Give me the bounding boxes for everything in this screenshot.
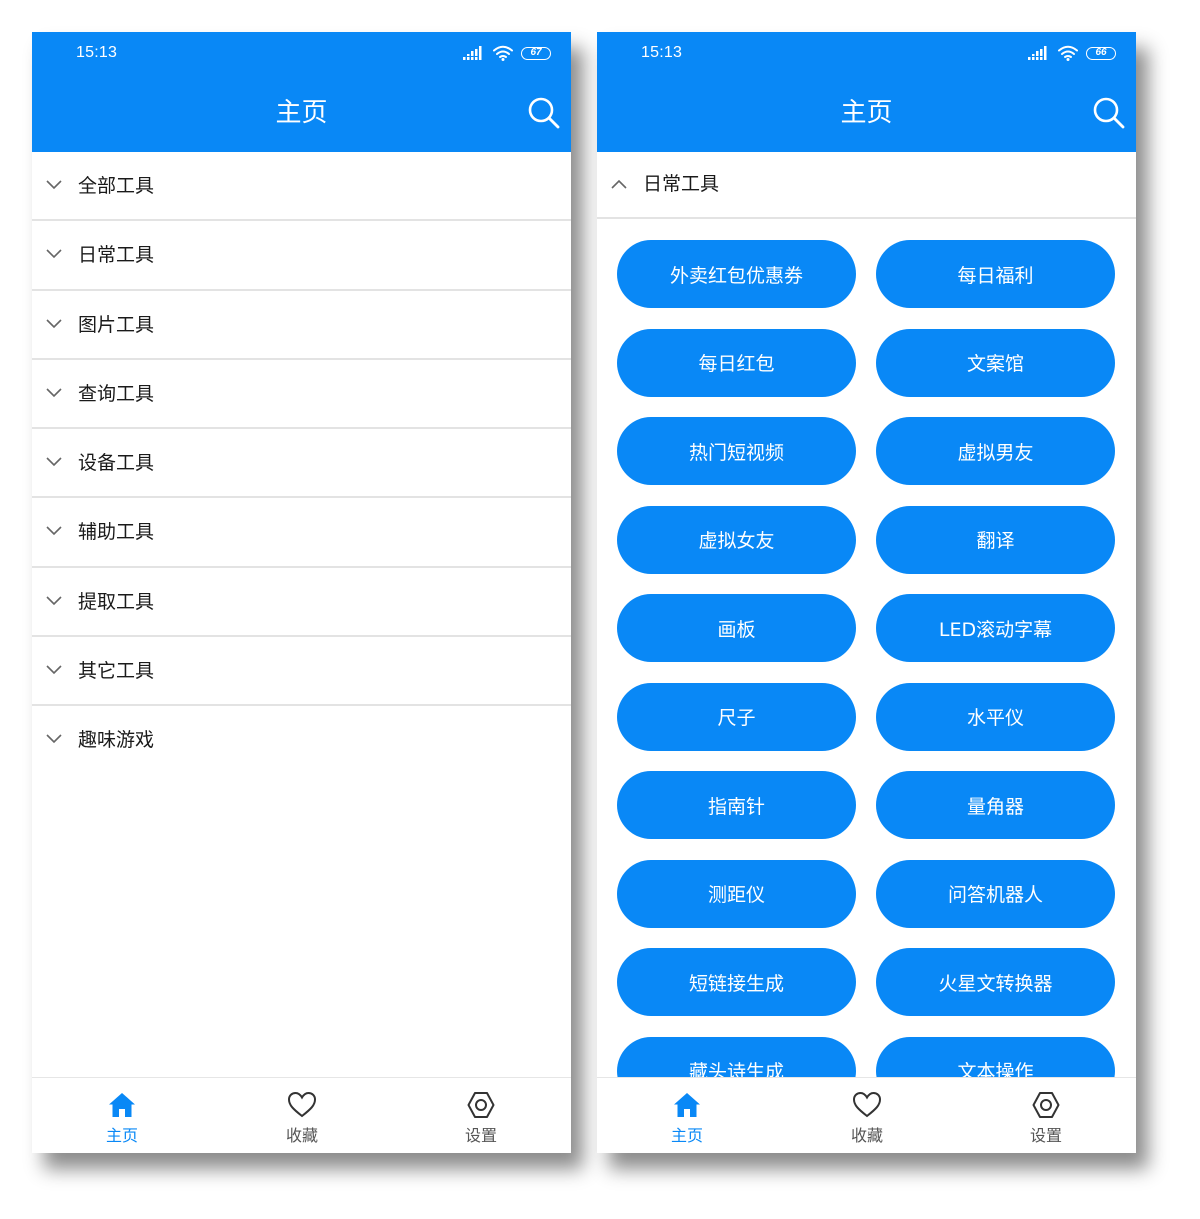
tool-button[interactable]: 每日红包 [617,328,856,397]
category-list: 全部工具 日常工具 图片工具 查询工具 设备工具 辅助工具 提取工具 其它工具 [32,152,571,776]
category-item-query[interactable]: 查询工具 [32,360,571,430]
category-label: 全部工具 [78,175,155,197]
category-label: 图片工具 [78,313,155,336]
settings-icon [1032,1092,1060,1118]
bottom-nav: 主页 收藏 设置 [32,1077,571,1153]
home-icon [109,1093,135,1117]
chevron-up-icon [611,179,627,189]
tool-button[interactable]: 每日福利 [876,240,1115,308]
chevron-down-icon [46,388,62,398]
status-time: 15:13 [641,44,683,61]
app-header: 15:13 66 主页 [597,32,1136,152]
category-item-image[interactable]: 图片工具 [32,291,571,360]
search-icon[interactable] [1092,96,1126,130]
nav-item-favorites[interactable]: 收藏 [257,1078,347,1152]
category-item-extract[interactable]: 提取工具 [32,568,571,638]
chevron-down-icon [46,180,62,190]
tool-button[interactable]: 量角器 [876,771,1115,839]
heart-icon [852,1091,882,1118]
chevron-down-icon [46,665,62,675]
signal-icon [1028,46,1047,60]
tools-scroll-area[interactable]: 外卖红包优惠券 每日福利 每日红包 文案馆 热门短视频 虚拟男友 虚拟女友 翻译… [597,219,1136,1077]
tool-button[interactable]: 画板 [617,594,856,662]
status-time: 15:13 [76,44,118,61]
tool-button[interactable]: 指南针 [617,771,856,839]
nav-label: 收藏 [285,1126,318,1145]
nav-label: 设置 [1029,1126,1062,1145]
search-icon[interactable] [527,96,561,130]
wifi-icon [493,45,513,61]
nav-item-home[interactable]: 主页 [77,1078,167,1152]
battery-indicator: 66 [1086,46,1116,60]
category-item-all[interactable]: 全部工具 [32,152,571,222]
category-item-daily-expanded[interactable]: 日常工具 [597,152,1136,219]
category-label: 其它工具 [78,660,155,683]
category-label: 日常工具 [643,173,720,195]
nav-item-settings[interactable]: 设置 [1001,1078,1091,1152]
heart-icon [287,1091,317,1118]
tool-button[interactable]: 翻译 [876,505,1115,574]
tool-button[interactable]: 虚拟女友 [617,505,856,574]
phone-screen-home-expanded: 15:13 66 主页 日常工具 外卖红包优惠券 每日福利 每日红包 文案馆 热… [597,32,1136,1153]
nav-label: 主页 [105,1126,138,1145]
nav-label: 收藏 [850,1126,883,1145]
tools-grid: 外卖红包优惠券 每日福利 每日红包 文案馆 热门短视频 虚拟男友 虚拟女友 翻译… [617,240,1115,1077]
signal-icon [463,46,482,60]
tool-button[interactable]: 文案馆 [876,328,1115,397]
tool-button[interactable]: 文本操作 [876,1036,1115,1077]
nav-item-home[interactable]: 主页 [642,1078,732,1152]
phone-screen-home-collapsed: 15:13 67 主页 全部工具 日常工具 图片工具 查询工具 设备工具 辅助工… [32,32,571,1153]
page-title: 主页 [275,98,328,128]
tool-button[interactable]: 问答机器人 [876,859,1115,928]
tool-button[interactable]: 尺子 [617,682,856,751]
app-header: 15:13 67 主页 [32,32,571,152]
nav-label: 主页 [670,1126,703,1145]
category-label: 提取工具 [78,590,155,613]
category-label: 日常工具 [78,244,155,267]
tool-button[interactable]: 外卖红包优惠券 [617,240,856,308]
chevron-down-icon [46,249,62,259]
tool-button[interactable]: 藏头诗生成 [617,1036,856,1077]
wifi-icon [1058,45,1078,61]
category-item-daily[interactable]: 日常工具 [32,221,571,291]
chevron-down-icon [46,319,62,328]
category-item-other[interactable]: 其它工具 [32,637,571,707]
tool-button[interactable]: 热门短视频 [617,417,856,485]
tool-button[interactable]: 短链接生成 [617,948,856,1016]
settings-icon [467,1092,495,1118]
nav-label: 设置 [464,1126,497,1145]
category-label: 辅助工具 [78,521,155,544]
chevron-down-icon [46,734,62,744]
category-label: 设备工具 [78,452,155,475]
tool-button[interactable]: 火星文转换器 [876,948,1115,1016]
nav-item-settings[interactable]: 设置 [436,1078,526,1152]
bottom-nav: 主页 收藏 设置 [597,1077,1136,1153]
category-label: 趣味游戏 [78,729,155,752]
tool-button[interactable]: 虚拟男友 [876,417,1115,485]
nav-item-favorites[interactable]: 收藏 [822,1078,912,1152]
chevron-down-icon [46,457,62,467]
category-item-assist[interactable]: 辅助工具 [32,498,571,568]
battery-indicator: 67 [521,46,551,60]
chevron-down-icon [46,526,62,536]
status-icons: 67 [463,44,551,62]
tool-button[interactable]: 水平仪 [876,682,1115,751]
status-icons: 66 [1028,44,1116,62]
category-item-device[interactable]: 设备工具 [32,429,571,499]
home-icon [674,1093,700,1117]
tool-button[interactable]: 测距仪 [617,859,856,928]
chevron-down-icon [46,596,62,605]
category-item-games[interactable]: 趣味游戏 [32,706,571,775]
page-title: 主页 [840,98,893,128]
tool-button[interactable]: LED滚动字幕 [876,594,1115,662]
category-label: 查询工具 [78,382,155,405]
